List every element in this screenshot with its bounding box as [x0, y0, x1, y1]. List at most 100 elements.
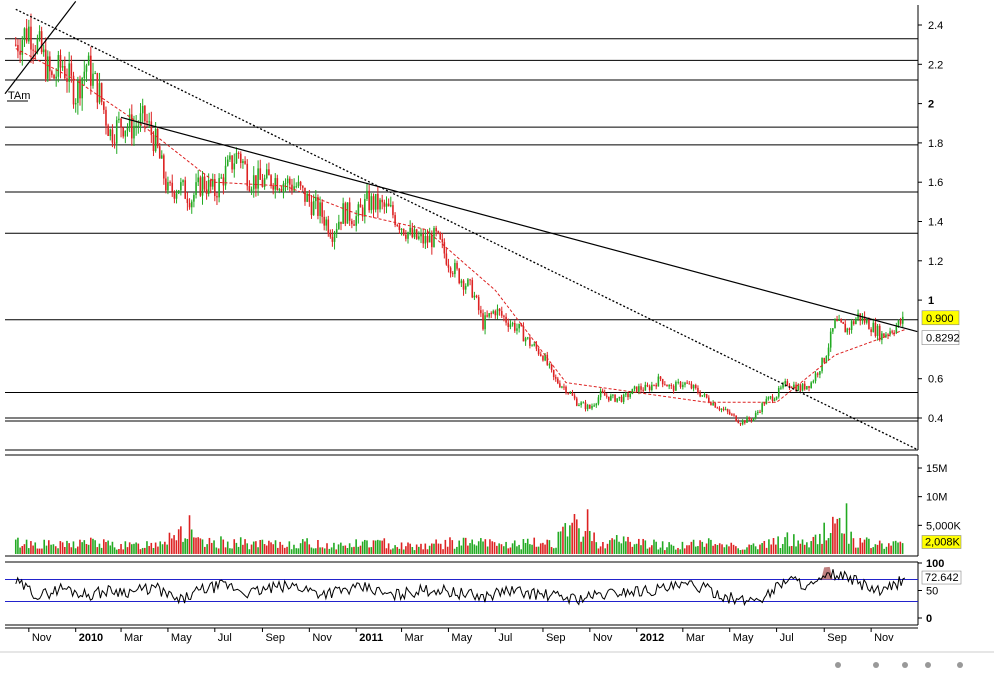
price-candle-body	[840, 319, 842, 323]
volume-bar	[451, 540, 454, 554]
price-candle-body	[454, 262, 456, 275]
price-candle-body	[263, 178, 266, 187]
price-candle-body	[488, 313, 490, 317]
volume-bar	[496, 545, 498, 554]
price-candle-body	[77, 80, 79, 103]
price-candle-body	[299, 181, 302, 186]
price-candle-body	[494, 311, 497, 316]
price-candle-body	[94, 73, 96, 75]
price-candle-body	[668, 384, 670, 387]
volume-bar	[763, 540, 766, 554]
volume-bar	[321, 547, 324, 554]
price-candle-body	[122, 127, 124, 137]
price-candle-body	[852, 321, 855, 325]
toolbar-crosshair-icon[interactable]	[902, 662, 908, 668]
volume-bar	[344, 545, 347, 554]
volume-bar	[597, 548, 600, 554]
volume-bar	[340, 542, 342, 554]
volume-bar	[620, 543, 623, 554]
price-candle-body	[458, 268, 460, 284]
volume-bar	[293, 544, 295, 554]
volume-bar	[863, 539, 866, 554]
volume-bar	[235, 542, 238, 554]
volume-bar	[396, 547, 399, 554]
chart-background	[0, 0, 994, 671]
volume-bar	[633, 544, 636, 554]
volume-bar	[420, 543, 422, 554]
price-value-label: 0.900	[926, 313, 954, 325]
price-candle-body	[533, 344, 536, 346]
price-candle-body	[522, 326, 525, 342]
annotation-label: TAm	[8, 90, 30, 102]
volume-bar	[342, 545, 344, 554]
volume-bar	[894, 540, 897, 554]
volume-bar	[832, 516, 834, 554]
volume-bar	[635, 543, 638, 554]
price-candle-body	[184, 180, 187, 199]
price-candle-body	[675, 381, 677, 391]
price-candle-body	[821, 357, 823, 372]
price-candle-body	[242, 161, 244, 164]
price-candle-body	[688, 383, 691, 385]
price-candle-body	[670, 384, 673, 386]
volume-bar	[471, 539, 473, 554]
price-candle-body	[825, 356, 828, 363]
price-candle-body	[878, 325, 881, 340]
price-candle-body	[355, 216, 358, 226]
price-candle-body	[364, 198, 366, 217]
volume-bar	[248, 549, 251, 554]
volume-bar	[836, 518, 839, 554]
volume-bar	[359, 545, 362, 554]
volume-bar	[213, 540, 215, 554]
volume-bar	[424, 543, 427, 554]
price-candle-body	[808, 385, 810, 388]
volume-bar	[838, 517, 841, 554]
volume-bar	[768, 539, 770, 554]
volume-bar	[54, 546, 57, 554]
date-tick-label: Jul	[218, 632, 232, 644]
volume-tick-label: 10M	[926, 492, 947, 504]
volume-bar	[625, 541, 627, 554]
price-candle-body	[235, 152, 238, 164]
price-candle-body	[874, 322, 877, 336]
price-candle-body	[666, 384, 668, 387]
volume-bar	[70, 547, 73, 554]
price-candle-body	[610, 395, 612, 401]
price-candle-body	[697, 387, 699, 393]
price-candle-body	[257, 168, 259, 189]
volume-bar	[310, 547, 313, 554]
volume-bar	[206, 544, 208, 554]
toolbar-pan-icon[interactable]	[873, 662, 879, 668]
chart-window: 2.4 2.2 2 1.8 1.6 1.4 1.2 1 0.6 0.4 TAm 0.900 0.82…	[0, 0, 994, 671]
toolbar-zoom-icon[interactable]	[835, 662, 841, 668]
price-candle-body	[295, 186, 298, 188]
price-candle-body	[321, 202, 323, 217]
price-candle-body	[496, 308, 499, 316]
price-candle-body	[25, 28, 28, 42]
volume-bar	[122, 549, 124, 554]
volume-bar	[215, 547, 218, 554]
price-candle-body	[518, 323, 520, 329]
volume-bar	[829, 533, 832, 554]
volume-bar	[622, 536, 625, 554]
price-candle-body	[591, 405, 593, 409]
price-candle-body	[270, 175, 272, 186]
volume-bar	[50, 544, 52, 554]
toolbar-settings-icon[interactable]	[957, 662, 963, 668]
volume-bar	[328, 548, 331, 554]
volume-bar	[159, 541, 162, 554]
volume-bar	[137, 543, 140, 554]
volume-bar	[518, 544, 520, 554]
toolbar-draw-icon[interactable]	[925, 662, 931, 668]
oscillator-value-label: 72.642	[921, 570, 962, 585]
price-candle-body	[46, 56, 49, 79]
volume-bar	[480, 538, 482, 554]
price-candle-body	[51, 71, 53, 75]
price-candle-body	[737, 421, 740, 424]
volume-bar	[629, 541, 631, 554]
price-candle-body	[148, 121, 150, 123]
volume-bar	[516, 546, 518, 554]
volume-bar	[573, 514, 576, 554]
volume-bar	[526, 538, 529, 554]
price-candle-body	[757, 411, 759, 414]
